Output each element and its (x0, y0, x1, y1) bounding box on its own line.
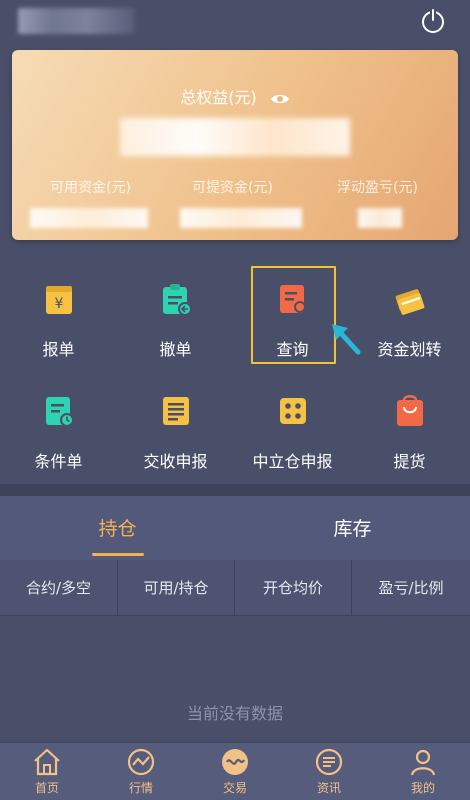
neutral-position-icon (280, 398, 306, 424)
action-pickup-label: 提货 (393, 452, 426, 471)
action-order[interactable]: ¥ 报单 (0, 268, 117, 364)
eye-icon[interactable] (270, 92, 290, 106)
nav-home-label: 首页 (34, 781, 59, 795)
news-icon (315, 748, 343, 776)
action-neutral-position-label: 中立仓申报 (252, 452, 333, 471)
nav-trade-label: 交易 (222, 781, 247, 795)
column-available-holding: 可用/持仓 (117, 560, 234, 616)
nav-home[interactable]: 首页 (0, 747, 94, 796)
nav-news[interactable]: 资讯 (282, 747, 376, 796)
trade-icon (222, 749, 248, 775)
available-funds-value-blurred (30, 208, 148, 228)
nav-profile-label: 我的 (410, 781, 435, 795)
nav-market-label: 行情 (128, 781, 153, 795)
action-fund-transfer[interactable]: 资金划转 (351, 268, 468, 364)
total-equity-title: 总权益(元) (12, 84, 458, 108)
nav-news-label: 资讯 (316, 781, 341, 795)
floating-pnl-value-blurred (358, 208, 402, 228)
action-neutral-position[interactable]: 中立仓申报 (234, 380, 351, 476)
account-name-blurred (18, 8, 134, 34)
column-pnl-ratio: 盈亏/比例 (351, 560, 470, 616)
position-tabs: 持仓 库存 (0, 496, 470, 560)
nav-trade[interactable]: 交易 (188, 747, 282, 796)
column-avg-open-price: 开仓均价 (234, 560, 351, 616)
active-tab-indicator (92, 553, 144, 556)
bottom-navigation: 首页 行情 交易 资讯 我的 (0, 742, 470, 800)
nav-market[interactable]: 行情 (94, 747, 188, 796)
column-contract-direction: 合约/多空 (25, 579, 92, 597)
action-pickup[interactable]: 提货 (351, 380, 468, 476)
trade-actions-grid: ¥ 报单 撤单 查询 资金划转 条件单 交收申报 中立仓申报 提货 (0, 268, 470, 488)
action-delivery-declaration-label: 交收申报 (143, 452, 208, 471)
available-funds-label: 可用资金(元) (50, 180, 131, 196)
cancel-order-icon (163, 284, 192, 316)
section-divider (0, 484, 470, 496)
profile-icon (410, 749, 436, 776)
tab-positions[interactable]: 持仓 (0, 514, 235, 541)
tab-inventory[interactable]: 库存 (235, 514, 470, 541)
action-conditional-order-label: 条件单 (34, 452, 83, 471)
action-conditional-order[interactable]: 条件单 (0, 380, 117, 476)
conditional-order-icon (46, 397, 74, 427)
action-cancel-order-label: 撤单 (159, 340, 192, 359)
delivery-declaration-icon (163, 397, 189, 425)
action-fund-transfer-label: 资金划转 (377, 340, 442, 359)
home-icon (34, 748, 60, 776)
positions-table-header: 合约/多空 可用/持仓 开仓均价 盈亏/比例 (0, 560, 470, 616)
floating-pnl-label: 浮动盈亏(元) (337, 180, 418, 196)
svg-text:¥: ¥ (55, 296, 64, 312)
pointer-arrow-icon (332, 324, 361, 355)
order-icon: ¥ (46, 286, 72, 314)
power-icon[interactable] (418, 6, 448, 36)
action-cancel-order[interactable]: 撤单 (117, 268, 234, 364)
pickup-icon (397, 395, 423, 426)
market-icon (127, 748, 155, 776)
fund-transfer-icon (395, 289, 425, 315)
total-equity-label: 总权益(元) (180, 88, 257, 107)
withdrawable-funds-label: 可提资金(元) (192, 180, 273, 196)
action-order-label: 报单 (42, 340, 75, 359)
empty-state-message: 当前没有数据 (186, 704, 283, 723)
withdrawable-funds-value-blurred (180, 208, 302, 228)
nav-profile[interactable]: 我的 (376, 747, 470, 796)
action-delivery-declaration[interactable]: 交收申报 (117, 380, 234, 476)
account-equity-card: 总权益(元) 可用资金(元) 可提资金(元) 浮动盈亏(元) (12, 50, 458, 240)
top-bar (0, 0, 470, 46)
total-equity-value-blurred (120, 118, 350, 156)
query-highlight-box (251, 266, 336, 364)
